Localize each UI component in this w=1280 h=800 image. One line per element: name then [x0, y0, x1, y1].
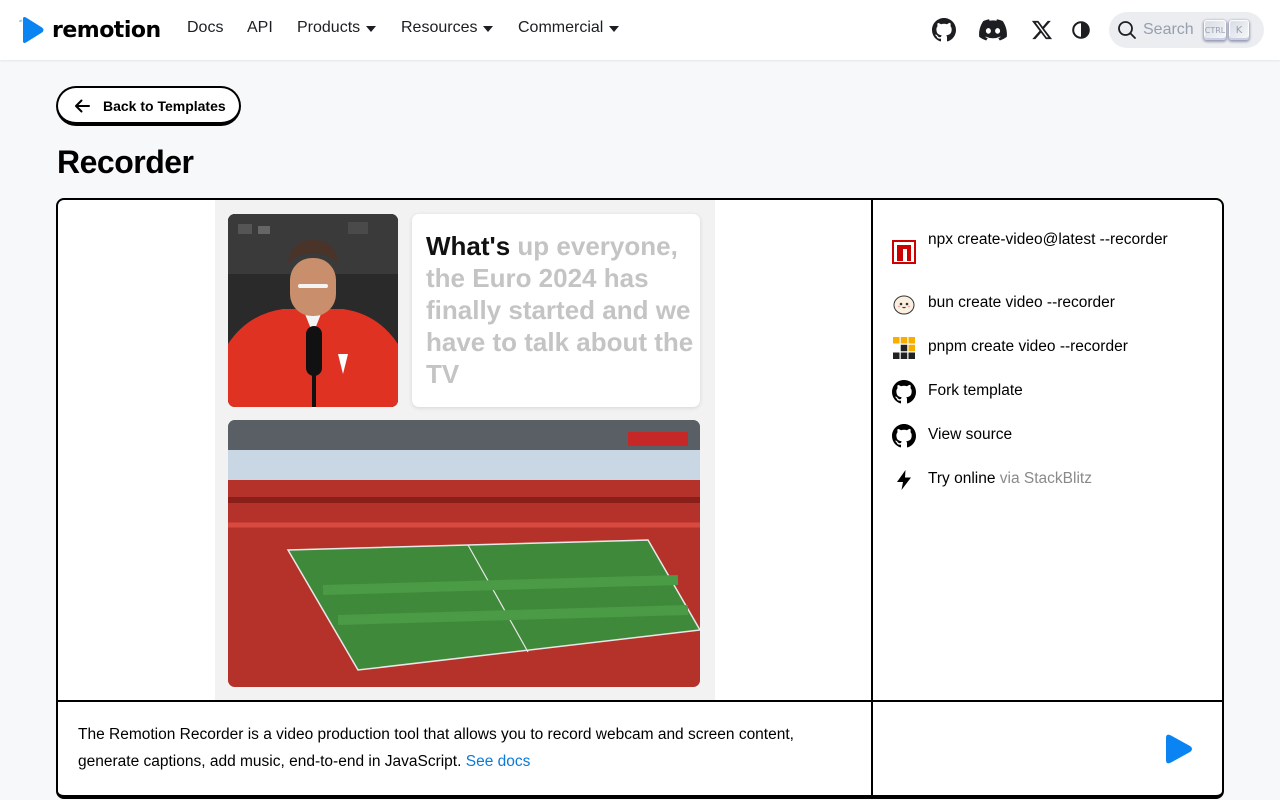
- arrow-left-icon: [75, 99, 90, 113]
- brand-name: remotion: [52, 17, 161, 43]
- divider-horizontal: [58, 700, 1222, 702]
- command-npx-text: npx create-video@latest --recorder: [928, 231, 1168, 248]
- template-description: The Remotion Recorder is a video product…: [78, 721, 858, 775]
- try-online-text: Try online via StackBlitz: [928, 465, 1178, 492]
- divider-vertical: [871, 200, 873, 795]
- try-online-label: Try online: [928, 470, 996, 487]
- description-text: The Remotion Recorder is a video product…: [78, 726, 794, 770]
- stadium-screen-image: [228, 420, 700, 687]
- nav-api-label: API: [247, 19, 273, 36]
- kbd-ctrl: CTRL: [1204, 20, 1226, 40]
- bolt-icon: [897, 470, 911, 490]
- discord-icon[interactable]: [979, 18, 1007, 42]
- theme-toggle-icon[interactable]: [1070, 18, 1092, 42]
- back-to-templates-label: Back to Templates: [103, 98, 226, 114]
- search-icon: [1118, 21, 1136, 39]
- command-bun-text: bun create video --recorder: [928, 294, 1115, 311]
- pnpm-icon: [893, 337, 915, 359]
- nav-docs[interactable]: Docs: [187, 19, 223, 37]
- command-pnpm-text: pnpm create video --recorder: [928, 338, 1128, 355]
- github-icon: [892, 424, 916, 448]
- search-placeholder: Search: [1143, 21, 1194, 38]
- template-card: What's up everyone, the Euro 2024 has fi…: [56, 198, 1224, 799]
- x-icon[interactable]: [1031, 18, 1053, 42]
- nav-resources-label: Resources: [401, 19, 478, 36]
- remotion-logo-icon: [19, 17, 44, 43]
- chevron-down-icon: [609, 26, 620, 32]
- bun-icon: [893, 295, 915, 315]
- brand-home-link[interactable]: remotion: [18, 14, 161, 46]
- github-icon[interactable]: [932, 18, 956, 42]
- see-docs-link[interactable]: See docs: [466, 753, 531, 770]
- fork-template-text: Fork template: [928, 382, 1023, 399]
- nav-products-dropdown[interactable]: Products: [297, 19, 377, 37]
- stadium-illustration: [228, 420, 700, 687]
- page-title: Recorder: [57, 144, 194, 180]
- caption-highlighted-word: What's: [426, 231, 511, 261]
- chevron-down-icon: [366, 26, 377, 32]
- nav-resources-dropdown[interactable]: Resources: [401, 19, 494, 37]
- webcam-feed-image: [228, 214, 398, 407]
- back-to-templates-button[interactable]: Back to Templates: [56, 86, 241, 126]
- caption-overlay: What's up everyone, the Euro 2024 has fi…: [412, 214, 700, 407]
- nav-commercial-dropdown[interactable]: Commercial: [518, 19, 620, 37]
- search-button[interactable]: Search CTRL K: [1109, 12, 1264, 48]
- nav-api[interactable]: API: [247, 19, 273, 37]
- chevron-down-icon: [483, 26, 494, 32]
- nav-products-label: Products: [297, 19, 361, 36]
- remotion-logo-icon: [1166, 734, 1192, 764]
- nav-docs-label: Docs: [187, 19, 224, 36]
- view-source-text: View source: [928, 426, 1013, 443]
- stackblitz-label: via StackBlitz: [995, 470, 1092, 487]
- webcam-person-illustration: [228, 214, 398, 407]
- navbar: remotion Docs API Products Resources Com…: [0, 0, 1280, 60]
- nav-commercial-label: Commercial: [518, 19, 604, 36]
- template-preview-video[interactable]: What's up everyone, the Euro 2024 has fi…: [215, 200, 715, 700]
- caption-text: What's up everyone, the Euro 2024 has fi…: [426, 230, 696, 390]
- npm-icon: [892, 240, 916, 264]
- github-icon: [892, 380, 916, 404]
- kbd-k: K: [1229, 20, 1249, 40]
